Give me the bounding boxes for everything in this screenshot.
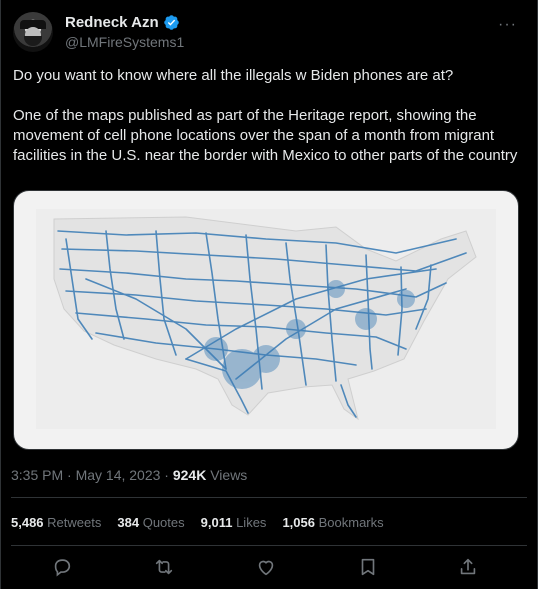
tweet-timestamp[interactable]: 3:35 PM · May 14, 2023 · [11, 467, 173, 483]
reply-icon[interactable] [51, 556, 73, 578]
retweets-count: 5,486 [11, 515, 44, 530]
bookmark-icon[interactable] [357, 556, 379, 578]
tweet-meta: 3:35 PM · May 14, 2023 · 924K Views [11, 467, 247, 483]
views-label: Views [206, 467, 248, 483]
bookmarks-stat[interactable]: 1,056 Bookmarks [282, 515, 383, 530]
divider [11, 545, 527, 546]
engagement-stats: 5,486 Retweets 384 Quotes 9,011 Likes 1,… [11, 515, 384, 530]
quotes-stat[interactable]: 384 Quotes [117, 515, 184, 530]
retweets-label: Retweets [47, 515, 102, 530]
author-handle[interactable]: @LMFireSystems1 [65, 34, 184, 50]
bookmarks-label: Bookmarks [318, 515, 384, 530]
views-count: 924K [172, 467, 207, 483]
quotes-label: Quotes [142, 515, 185, 530]
us-cell-movement-map [53, 216, 477, 421]
author-name-row[interactable]: Redneck Azn [65, 14, 180, 31]
share-icon[interactable] [457, 556, 479, 578]
retweet-icon[interactable] [153, 556, 175, 578]
tweet-text: Do you want to know where all the illega… [13, 67, 518, 164]
tweet-header: Redneck Azn @LMFireSystems1 ··· [13, 12, 525, 56]
quotes-count: 384 [117, 515, 140, 530]
divider [11, 497, 527, 498]
likes-label: Likes [236, 515, 267, 530]
retweets-stat[interactable]: 5,486 Retweets [11, 515, 101, 530]
tweet-detail: Redneck Azn @LMFireSystems1 ··· Do you w… [0, 0, 538, 589]
more-icon[interactable]: ··· [498, 16, 517, 34]
likes-stat[interactable]: 9,011 Likes [201, 515, 267, 530]
avatar[interactable] [13, 12, 53, 52]
like-icon[interactable] [255, 556, 277, 578]
author-display-name[interactable]: Redneck Azn [65, 14, 159, 31]
tweet-actions-bar [1, 556, 537, 580]
likes-count: 9,011 [200, 515, 233, 530]
tweet-media-image[interactable] [13, 190, 519, 450]
bookmarks-count: 1,056 [282, 515, 315, 530]
verified-badge-icon [163, 15, 179, 30]
